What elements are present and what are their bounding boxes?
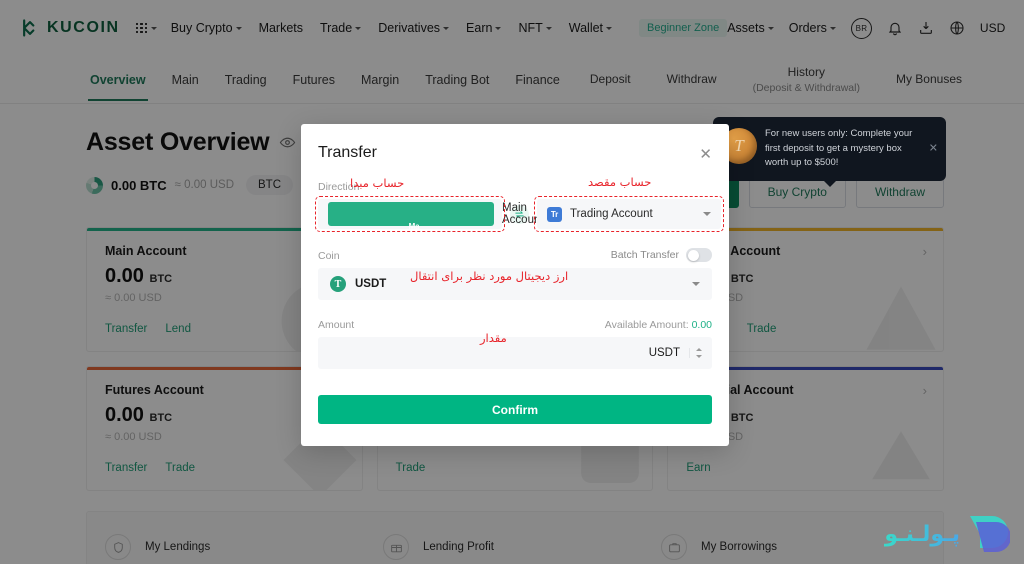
amount-row-header: Amount Available Amount: 0.00: [318, 319, 712, 331]
chevron-down-icon: [692, 282, 700, 286]
from-account-wrapper: Ma Main Account: [315, 196, 560, 232]
tether-icon: T: [330, 276, 346, 292]
confirm-button[interactable]: Confirm: [318, 395, 712, 424]
direction-label: Direction: [318, 181, 360, 193]
amount-field: USDT: [318, 337, 712, 369]
from-account-select[interactable]: Ma Main Account: [318, 199, 560, 231]
to-account-label: Trading Account: [570, 208, 653, 220]
chevron-down-icon: [703, 212, 711, 216]
available-amount-value: 0.00: [691, 319, 712, 331]
coin-select[interactable]: T USDT: [318, 268, 712, 300]
direction-row: Ma Main Account Tr Trading Account: [315, 196, 724, 232]
batch-transfer-toggle[interactable]: [686, 248, 712, 262]
watermark-text: پـولـنـو: [884, 521, 960, 547]
stepper-down-icon[interactable]: [696, 355, 702, 358]
available-amount-label: Available Amount:: [604, 319, 689, 331]
watermark: پـولـنـو: [884, 514, 1010, 554]
coin-row-header: Coin Batch Transfer: [318, 248, 712, 262]
coin-symbol: USDT: [355, 278, 387, 290]
amount-input[interactable]: [330, 347, 649, 359]
stepper-up-icon[interactable]: [696, 348, 702, 351]
trading-account-badge-icon: Tr: [547, 206, 562, 222]
to-account-wrapper: Tr Trading Account: [534, 196, 724, 232]
amount-unit: USDT: [648, 347, 680, 359]
modal-title: Transfer: [318, 144, 377, 161]
to-account-select[interactable]: Tr Trading Account: [537, 199, 721, 229]
close-icon[interactable]: ✕: [929, 141, 938, 158]
close-icon[interactable]: ✕: [699, 147, 712, 162]
batch-transfer-row: Batch Transfer: [611, 248, 712, 262]
transfer-modal: Transfer ✕ Direction Ma Main Account Tr …: [301, 124, 729, 446]
promo-text: For new users only: Complete your first …: [765, 128, 913, 169]
main-account-badge-icon: Ma: [328, 202, 494, 231]
available-amount: Available Amount: 0.00: [605, 319, 712, 331]
batch-transfer-label: Batch Transfer: [610, 249, 679, 261]
coin-label: Coin: [318, 250, 340, 262]
watermark-logo-icon: [970, 516, 1010, 552]
amount-stepper[interactable]: [689, 348, 710, 358]
promo-tooltip: T For new users only: Complete your firs…: [713, 117, 946, 188]
modal-header: Transfer ✕: [318, 144, 712, 162]
amount-label: Amount: [318, 319, 355, 331]
